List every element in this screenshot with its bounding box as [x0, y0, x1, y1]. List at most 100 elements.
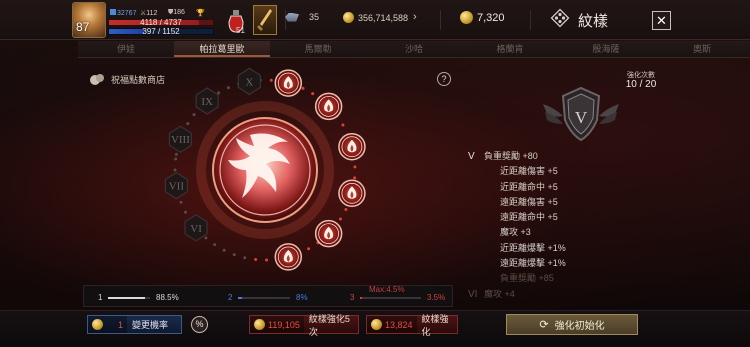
- locked-node-icon[interactable]: IX: [195, 87, 219, 115]
- player-level: 87: [76, 20, 90, 34]
- ring-dot: [184, 210, 188, 214]
- weapon-slot-icon[interactable]: [253, 5, 277, 35]
- tab-4[interactable]: 格蘭肯: [462, 41, 558, 57]
- ring-dot: [243, 256, 247, 260]
- flame-node-icon[interactable]: [274, 69, 303, 97]
- ring-dot: [338, 217, 342, 221]
- enhance-button[interactable]: 13,824 紋樣強化: [366, 314, 458, 337]
- tab-3[interactable]: 沙哈: [366, 41, 462, 57]
- effect-grade: [468, 225, 484, 240]
- flame-node-icon[interactable]: [314, 219, 343, 248]
- effect-text: 魔攻 +3: [500, 227, 531, 238]
- effect-row: 負重獎勵 +85: [468, 271, 638, 286]
- ring-dot: [269, 78, 273, 82]
- effect-grade: [468, 241, 484, 256]
- gold-coin-icon: [343, 12, 354, 23]
- gem-icon: [285, 12, 299, 22]
- grade-numeral: V: [575, 108, 588, 127]
- ring-dot: [232, 253, 236, 257]
- ring-dot: [222, 248, 226, 252]
- tab-1[interactable]: 帕拉葛里歐: [174, 41, 270, 57]
- emblem-icon: [550, 8, 570, 28]
- gold-counter: 356,714,588: [343, 12, 408, 23]
- effect-row: 遠距離爆擊 +1%: [468, 256, 638, 271]
- flame-node-icon[interactable]: [314, 92, 343, 121]
- effect-grade: VI: [468, 288, 478, 300]
- stat-b: ⚔112: [140, 10, 158, 17]
- effect-text: 近距離爆擊 +1%: [500, 242, 566, 253]
- percent-icon[interactable]: %: [191, 316, 208, 333]
- probability-max-label: Max:4.5%: [369, 285, 405, 294]
- ring-dot: [311, 92, 315, 96]
- ring-dot: [254, 258, 258, 262]
- ring-dot: [186, 122, 190, 126]
- refresh-icon: ⟳: [539, 319, 549, 331]
- effect-text: 近距離命中 +5: [500, 181, 558, 192]
- probability-fill: [108, 297, 146, 299]
- effect-row: 近距離命中 +5: [468, 180, 638, 195]
- probability-fill: [238, 297, 243, 299]
- enhance-cost: 13,824: [385, 319, 413, 330]
- flame-node-icon[interactable]: [274, 243, 303, 271]
- effect-grade: V: [468, 151, 475, 162]
- enhance-count-value: 10 / 20: [625, 79, 657, 90]
- ring-dot: [344, 207, 348, 211]
- page-title: 紋樣: [578, 13, 609, 30]
- gems-counter: 35: [285, 12, 319, 22]
- ring-dot: [353, 165, 357, 169]
- effect-row: 近距離爆擊 +1%: [468, 241, 638, 256]
- trophy-icon: 🏆: [196, 10, 205, 17]
- enhance-5x-label: 紋樣強化5次: [308, 313, 350, 337]
- locked-node-icon[interactable]: VIII: [168, 125, 193, 153]
- effect-text: 近距離傷害 +5: [500, 166, 558, 177]
- change-probability-button[interactable]: 1 變更機率: [87, 315, 182, 334]
- cost-box: 1: [88, 316, 128, 333]
- effect-row: VI 魔攻 +4: [468, 287, 638, 302]
- probability-index: 2: [228, 293, 233, 302]
- tab-5[interactable]: 殷海薩: [558, 41, 654, 57]
- effect-row: 近距離傷害 +5: [468, 164, 638, 179]
- chance-cost: 1: [118, 319, 124, 330]
- effects-list: V 負重獎勵 +80 近距離傷害 +5 近距離命中 +5 遠距離傷害 +5 遠距離命中 +…: [468, 149, 638, 302]
- ring-dot: [204, 236, 208, 240]
- probability-value: 8%: [296, 293, 308, 302]
- node-numeral: VIII: [171, 134, 190, 146]
- flame-node-icon[interactable]: [338, 179, 366, 208]
- ring-dot: [217, 91, 221, 95]
- ring-dot: [174, 152, 178, 156]
- tab-2[interactable]: 馬爾勒: [270, 41, 366, 57]
- effect-text: 負重獎勵 +80: [484, 151, 538, 161]
- effect-text: 遠距離命中 +5: [500, 212, 558, 223]
- grade-shield-icon: V: [543, 86, 619, 142]
- effect-row: 魔攻 +3: [468, 225, 638, 240]
- reset-enhance-button[interactable]: ⟳ 強化初始化: [506, 314, 638, 335]
- effect-grade: [468, 256, 484, 271]
- probability-track: [238, 297, 290, 299]
- effect-row: 遠距離命中 +5: [468, 210, 638, 225]
- close-button[interactable]: ✕: [652, 11, 671, 30]
- probability-fill: [360, 297, 363, 299]
- help-icon[interactable]: ?: [437, 72, 451, 86]
- enhance-5x-button[interactable]: 119,105 紋樣強化5次: [249, 314, 359, 337]
- locked-node-icon[interactable]: X: [237, 67, 261, 96]
- stat-a: 32767: [110, 9, 136, 17]
- flame-node-icon[interactable]: [338, 132, 366, 161]
- coin-stack-icon: [460, 11, 473, 24]
- tab-0[interactable]: 伊娃: [78, 41, 174, 57]
- probability-index: 3: [350, 293, 355, 302]
- chevron-right-icon[interactable]: ›: [413, 11, 417, 23]
- close-icon: ✕: [656, 13, 667, 28]
- tab-6[interactable]: 奧斯: [654, 41, 750, 57]
- locked-node-icon[interactable]: VI: [184, 214, 208, 242]
- probability-index: 1: [98, 293, 103, 302]
- probability-track: [360, 297, 421, 299]
- probability-value: 3.5%: [427, 293, 446, 302]
- change-probability-label: 變更機率: [132, 320, 169, 330]
- pattern-ring: X IX VIII VII VI: [164, 67, 366, 271]
- enhance-5x-cost: 119,105: [268, 319, 300, 330]
- potion-count: 51: [236, 26, 245, 35]
- ring-dot: [341, 123, 345, 127]
- effect-row: 遠距離傷害 +5: [468, 195, 638, 210]
- locked-node-icon[interactable]: VII: [164, 171, 188, 200]
- node-numeral: VII: [169, 181, 185, 193]
